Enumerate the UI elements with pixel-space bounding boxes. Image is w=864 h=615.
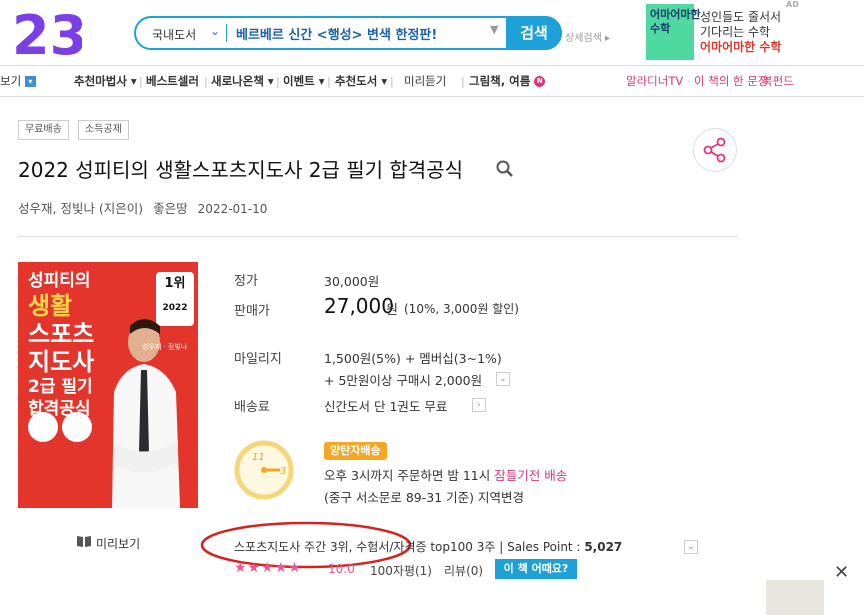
nav-divider: · — [687, 75, 691, 88]
delivery-highlight: 잠들기전 배송 — [494, 468, 568, 483]
nav-divider: · — [755, 75, 759, 88]
shipping-label: 배송료 — [234, 400, 270, 415]
nav-divider: | — [276, 75, 280, 88]
section-divider — [18, 236, 738, 237]
book-cover[interactable]: 성피티의 생활 스포츠 지도사 2급 필기 합격공식 1위 2022 성우재 ·… — [18, 262, 198, 508]
chevron-down-icon[interactable]: ⌄ — [210, 24, 220, 38]
short-reviews-link[interactable]: 100자평(1) — [370, 562, 432, 579]
nav-divider: | — [390, 75, 394, 88]
clock-3: 3 — [280, 466, 286, 477]
sales-point: 5,027 — [584, 540, 623, 554]
mileage-line-1: 1,500원(5%) + 멤버십(3~1%) — [324, 351, 502, 366]
rating-stars: ★★★★★ — [234, 560, 302, 576]
close-icon[interactable]: ✕ — [834, 562, 849, 583]
nav-divider: | — [139, 75, 143, 88]
mileage-expand-icon[interactable]: ⌄ — [496, 372, 510, 386]
book-preview-icon[interactable] — [76, 534, 92, 552]
sale-discount: (10%, 3,000원 할인) — [404, 302, 519, 316]
ad-label: AD — [786, 0, 799, 9]
clock-11: 11 — [252, 452, 265, 463]
product-meta: 성우재, 정빛나 (지은이) 좋은땅 2022-01-10 — [18, 198, 267, 217]
rank-expand-icon[interactable]: ⌄ — [684, 540, 698, 554]
how-about-button[interactable]: 이 책 어때요? — [495, 559, 577, 579]
nav-item-recommended[interactable]: 추천도서 ▾ — [335, 73, 387, 89]
sales-rank: 스포츠지도사 주간 3위, 수험서/자격증 top100 3주 | Sales … — [234, 540, 623, 554]
mileage-label: 마일리지 — [234, 352, 282, 367]
search-icon[interactable] — [496, 160, 514, 182]
nav-bottom-border — [0, 96, 864, 97]
dropdown-arrow-icon[interactable]: ▼ — [490, 23, 498, 36]
search-divider — [226, 24, 227, 42]
search-button[interactable]: 검색 — [506, 16, 562, 50]
aladin-logo[interactable]: 23 — [12, 6, 82, 60]
share-button[interactable] — [693, 128, 737, 172]
search-category[interactable]: 국내도서 — [152, 26, 196, 43]
sale-price-unit: 원 — [386, 303, 398, 318]
rating-score: 10.0 — [328, 562, 355, 576]
shipping-more-icon[interactable]: › — [472, 398, 486, 412]
cover-author: 성우재 · 정빛나 — [142, 343, 188, 351]
nav-item-new-books[interactable]: 새로나온책 ▾ — [211, 73, 274, 89]
cover-circle-1 — [28, 412, 58, 442]
ad-book-cover[interactable]: 어마어마한 수학 — [646, 4, 701, 60]
nav-divider: | — [461, 75, 465, 88]
tag-tax-deduction: 소득공제 — [78, 120, 129, 140]
floating-thumbnail[interactable] — [766, 580, 824, 615]
nav-divider: | — [327, 75, 331, 88]
nav-item-recommend-wizard[interactable]: 추천마법사 ▾ — [74, 73, 137, 89]
nav-item-picture-books[interactable]: 그림책, 여름 N — [469, 73, 546, 89]
nav-link-bookfund[interactable]: 북펀드 — [762, 73, 794, 89]
ad-line-3[interactable]: 어마어마한 수학 — [700, 38, 781, 55]
logo-text: 23 — [12, 6, 82, 60]
delivery-line-1: 오후 3시까지 주문하면 밤 11시 잠들기전 배송 — [324, 468, 568, 483]
advanced-search-link[interactable]: 상세검색 ▸ — [565, 29, 610, 44]
clock-icon: 11 3 — [234, 440, 294, 500]
publish-date: 2022-01-10 — [197, 202, 268, 216]
nav-link-aladiner-tv[interactable]: 알라디너TV — [626, 73, 683, 89]
tag-free-shipping: 무료배송 — [18, 120, 69, 140]
list-price-label: 정가 — [234, 274, 258, 289]
preview-button[interactable]: 미리보기 — [96, 535, 140, 552]
authors[interactable]: 성우재, 정빛나 (지은이) — [18, 201, 143, 216]
sale-price: 27,000 — [324, 294, 394, 318]
new-badge: N — [534, 76, 546, 87]
share-icon — [703, 137, 726, 163]
nav-item-audio-preview[interactable]: 미리듣기 — [404, 73, 446, 89]
nav-top-border — [0, 65, 864, 66]
nav-item-event[interactable]: 이벤트 ▾ — [283, 73, 325, 89]
reviews-link[interactable]: 리뷰(0) — [444, 562, 483, 579]
list-price: 30,000원 — [324, 274, 380, 289]
nav-item-bestseller[interactable]: 베스트셀러 — [146, 73, 199, 89]
delivery-badge: 양탄자배송 — [324, 442, 387, 460]
chevron-down-icon: ▾ — [24, 76, 36, 87]
shipping-value: 신간도서 단 1권도 무료 — [324, 399, 448, 414]
delivery-line-2[interactable]: (중구 서소문로 89-31 기준) 지역변경 — [324, 487, 524, 506]
publisher[interactable]: 좋은땅 — [153, 201, 188, 216]
nav-divider: | — [204, 75, 208, 88]
product-title: 2022 성피티의 생활스포츠지도사 2급 필기 합격공식 — [18, 158, 464, 182]
sale-price-label: 판매가 — [234, 304, 270, 319]
mileage-line-2: + 5만원이상 구매시 2,000원 — [324, 373, 483, 388]
nav-item-view[interactable]: 보기 ▾ — [0, 73, 36, 89]
cover-circle-2 — [62, 412, 92, 442]
ad-cover-text: 어마어마한 수학 — [650, 8, 701, 35]
search-input[interactable]: 베르베르 신간 <행성> 변색 한정판! — [236, 24, 437, 43]
